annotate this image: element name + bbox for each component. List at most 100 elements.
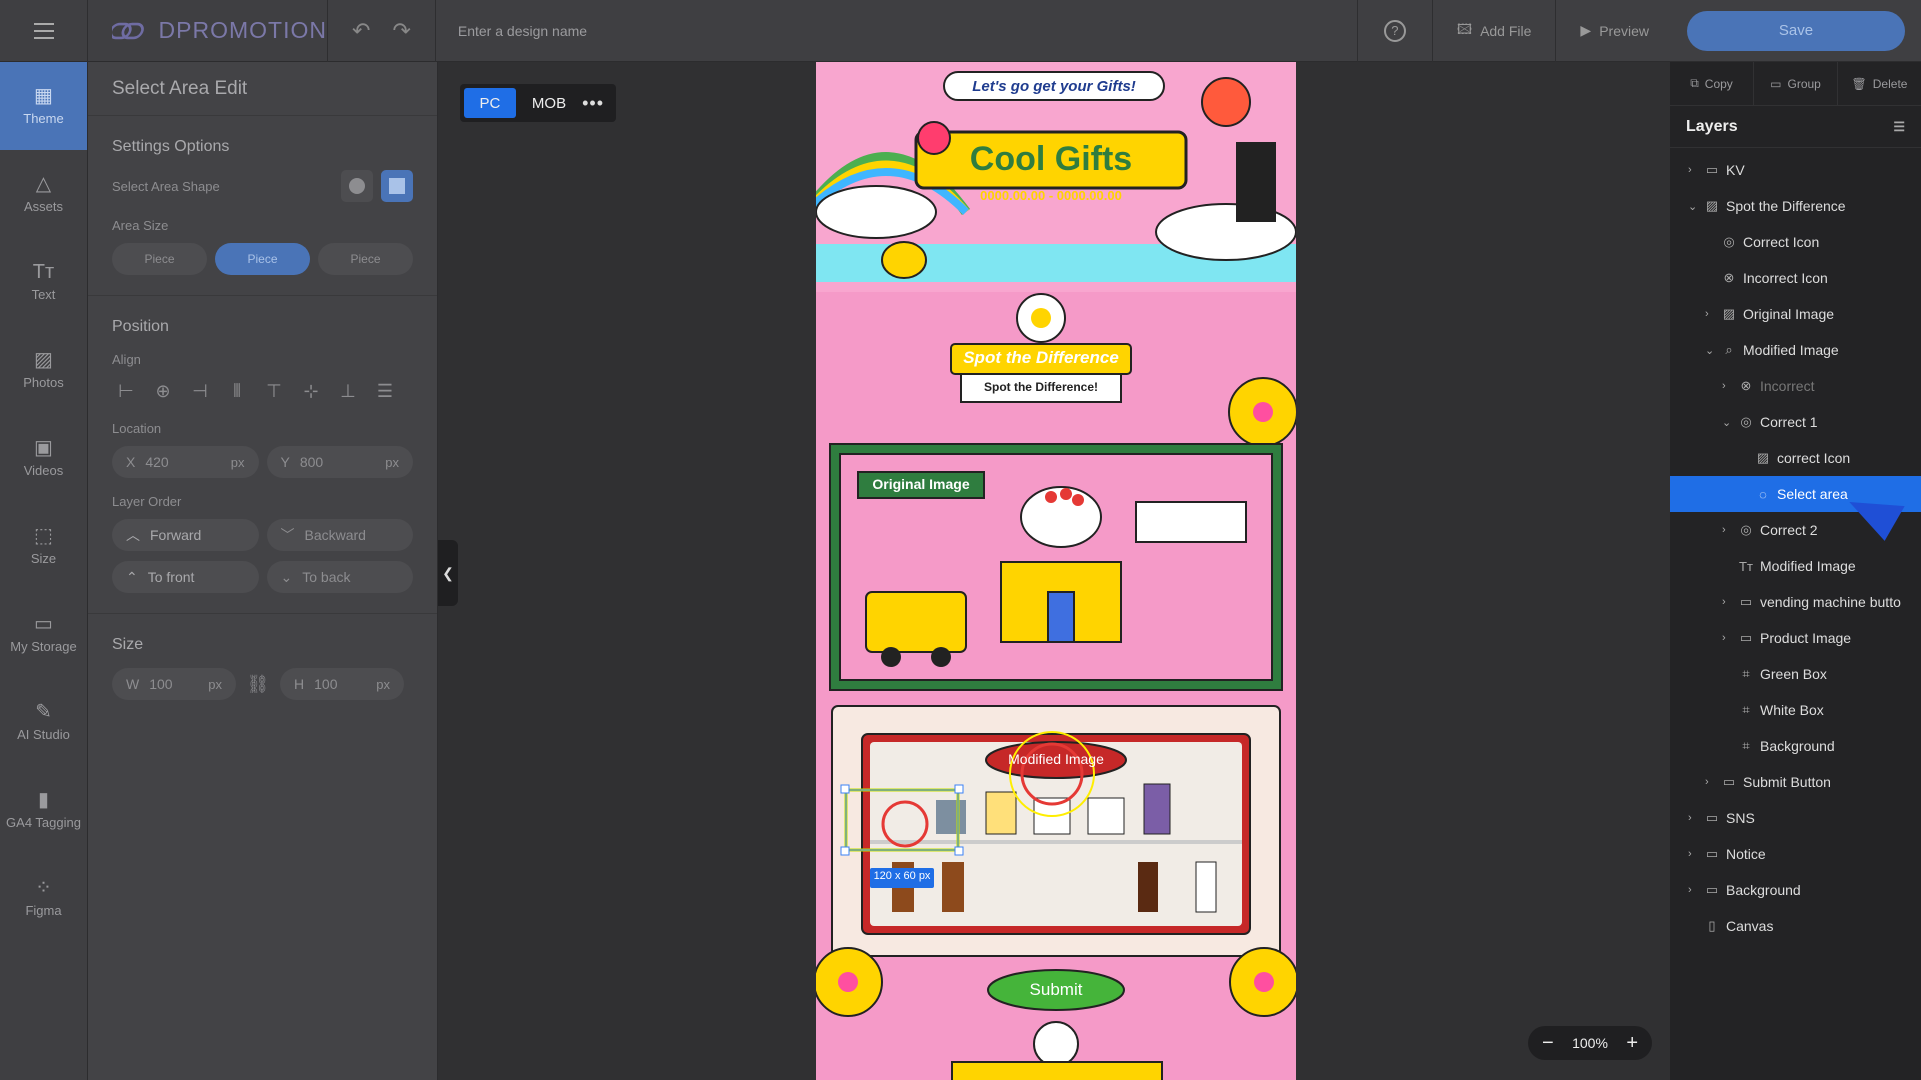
delete-button[interactable]: 🗑 Delete — [1838, 62, 1921, 105]
chevron-right-icon[interactable]: › — [1688, 812, 1698, 824]
chevron-right-icon[interactable]: › — [1722, 380, 1732, 392]
sidebar-item-label: Assets — [23, 199, 63, 214]
layer-item[interactable]: ⊗ Incorrect Icon — [1670, 260, 1921, 296]
sidebar-item-label: Photos — [23, 375, 64, 390]
chevron-right-icon[interactable]: › — [1688, 848, 1698, 860]
artboard[interactable]: Let's go get your Gifts! Cool Gifts 0000… — [816, 62, 1296, 1080]
chevron-right-icon[interactable]: › — [1722, 524, 1732, 536]
forward-button[interactable]: ︿ Forward — [112, 519, 259, 551]
mob-tab[interactable]: MOB — [520, 88, 578, 118]
align-top-icon[interactable]: ⊤ — [260, 377, 288, 405]
group-label: Group — [1787, 76, 1821, 91]
sidebar-item-ga4-tagging[interactable]: ▮ GA4 Tagging — [0, 766, 87, 854]
chevron-right-icon[interactable]: › — [1722, 596, 1732, 608]
align-center-h-icon[interactable]: ⊕ — [149, 377, 177, 405]
collapse-all-icon[interactable]: ☰ — [1893, 119, 1905, 135]
chevron-right-icon[interactable]: › — [1705, 776, 1715, 788]
undo-icon[interactable]: ↶ — [352, 18, 370, 44]
save-button[interactable]: Save — [1687, 10, 1905, 51]
unlink-ratio-icon[interactable]: ⛓ — [244, 670, 272, 698]
sidebar-item-figma[interactable]: ⁘ Figma — [0, 854, 87, 942]
redo-icon[interactable]: ↷ — [392, 18, 410, 44]
chevron-down-icon[interactable]: ⌄ — [1688, 200, 1698, 213]
chevron-right-icon[interactable]: › — [1688, 884, 1698, 896]
canvas-area[interactable]: PC MOB ••• ❮ Let's go get your Gifts! Co… — [438, 62, 1670, 1080]
layer-item[interactable]: › ▭ Submit Button — [1670, 764, 1921, 800]
chevron-right-icon[interactable]: › — [1705, 308, 1715, 320]
align-middle-icon[interactable]: ⊹ — [297, 377, 325, 405]
banner-title: Spot the Difference — [963, 348, 1119, 367]
menu-button[interactable] — [0, 0, 88, 62]
layer-item[interactable]: ◎ Correct Icon — [1670, 224, 1921, 260]
sidebar-item-theme[interactable]: ▦ Theme — [0, 62, 87, 150]
layer-item[interactable]: ⌗ Background — [1670, 728, 1921, 764]
align-bottom-icon[interactable]: ⊥ — [334, 377, 362, 405]
pc-tab[interactable]: PC — [464, 88, 516, 118]
align-right-icon[interactable]: ⊣ — [186, 377, 214, 405]
chevron-right-icon[interactable]: › — [1688, 164, 1698, 176]
add-file-button[interactable]: 🖾 Add File — [1431, 0, 1556, 62]
trash-icon: 🗑 — [1851, 76, 1867, 91]
distribute-h-icon[interactable]: ⫴ — [223, 377, 251, 405]
help-button[interactable]: ? — [1356, 0, 1432, 62]
chevron-down-icon[interactable]: ⌄ — [1722, 416, 1732, 429]
layer-item[interactable]: ⌗ White Box — [1670, 692, 1921, 728]
layer-item[interactable]: Tт Modified Image — [1670, 548, 1921, 584]
align-label: Align — [112, 352, 141, 367]
layer-item[interactable]: › ⊗ Incorrect — [1670, 368, 1921, 404]
layer-item[interactable]: › ▭ Background — [1670, 872, 1921, 908]
submit-button[interactable]: Submit — [988, 980, 1124, 1000]
folder-icon: ▭ — [1705, 846, 1719, 861]
layers-panel: ⧉ Copy ▭ Group 🗑 Delete Layers ☰ › ▭ KV ⌄ ▨ Spot … — [1670, 62, 1921, 1080]
device-toggle: PC MOB ••• — [460, 84, 616, 122]
chevron-right-icon[interactable]: › — [1722, 632, 1732, 644]
zoom-in-icon[interactable]: + — [1626, 1032, 1638, 1055]
sidebar-item-text[interactable]: Tт Text — [0, 238, 87, 326]
sidebar-item-size[interactable]: ⬚ Size — [0, 502, 87, 590]
group-button[interactable]: ▭ Group — [1754, 62, 1838, 105]
sidebar-item-label: Size — [30, 551, 57, 566]
layer-item[interactable]: ⌄ ◎ Correct 1 — [1670, 404, 1921, 440]
collapse-panel-button[interactable]: ❮ — [438, 540, 458, 606]
preview-button[interactable]: ▶ Preview — [1555, 0, 1673, 62]
frame-icon: ⌗ — [1742, 738, 1750, 753]
more-icon[interactable]: ••• — [582, 93, 604, 114]
area-size-option[interactable]: Piece — [318, 243, 413, 275]
layer-item[interactable]: › ▭ Notice — [1670, 836, 1921, 872]
zoom-out-icon[interactable]: − — [1542, 1032, 1554, 1055]
x-field[interactable]: X 420 px — [112, 446, 259, 478]
layer-label: Correct Icon — [1743, 234, 1820, 250]
layer-item[interactable]: ▨ correct Icon — [1670, 440, 1921, 476]
chevron-up-icon: ︿ — [126, 527, 140, 543]
area-size-option[interactable]: Piece — [215, 243, 310, 275]
copy-button[interactable]: ⧉ Copy — [1670, 62, 1754, 105]
width-field[interactable]: W 100 px — [112, 668, 236, 700]
distribute-v-icon[interactable]: ☰ — [371, 377, 399, 405]
circle-shape-button[interactable] — [341, 170, 373, 202]
layer-item[interactable]: › ▨ Original Image — [1670, 296, 1921, 332]
layer-item[interactable]: ⌄ ⌕ Modified Image — [1670, 332, 1921, 368]
chevron-down-icon[interactable]: ⌄ — [1705, 344, 1715, 357]
layer-label: vending machine butto — [1760, 594, 1901, 610]
layer-item[interactable]: ⌄ ▨ Spot the Difference — [1670, 188, 1921, 224]
sidebar-item-assets[interactable]: △ Assets — [0, 150, 87, 238]
sidebar-item-my-storage[interactable]: ▭ My Storage — [0, 590, 87, 678]
sidebar-item-videos[interactable]: ▣ Videos — [0, 414, 87, 502]
layer-item[interactable]: › ▭ Product Image — [1670, 620, 1921, 656]
height-field[interactable]: H 100 px — [280, 668, 404, 700]
square-shape-button[interactable] — [381, 170, 413, 202]
layer-item[interactable]: ▯ Canvas — [1670, 908, 1921, 944]
layer-item[interactable]: › ▭ vending machine butto — [1670, 584, 1921, 620]
sidebar-item-photos[interactable]: ▨ Photos — [0, 326, 87, 414]
align-left-icon[interactable]: ⊢ — [112, 377, 140, 405]
to-front-button[interactable]: ⌃ To front — [112, 561, 259, 593]
layer-item[interactable]: › ▭ KV — [1670, 152, 1921, 188]
to-back-button[interactable]: ⌄ To back — [266, 561, 413, 593]
layer-item[interactable]: ⌗ Green Box — [1670, 656, 1921, 692]
y-field[interactable]: Y 800 px — [266, 446, 413, 478]
sidebar-item-ai-studio[interactable]: ✎ AI Studio — [0, 678, 87, 766]
area-size-option[interactable]: Piece — [112, 243, 207, 275]
design-name-input[interactable]: Enter a design name — [436, 23, 1357, 39]
layer-item[interactable]: › ▭ SNS — [1670, 800, 1921, 836]
backward-button[interactable]: ﹀ Backward — [266, 519, 413, 551]
